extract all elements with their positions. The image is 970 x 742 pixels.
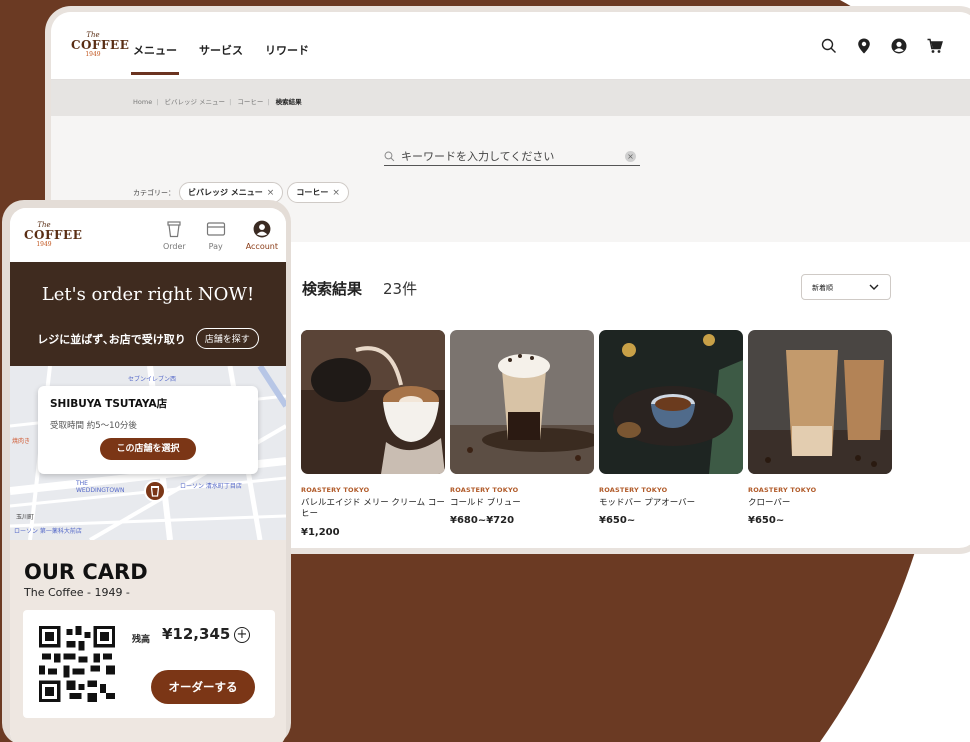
- card-icon: [206, 222, 225, 236]
- search-box: ×: [384, 148, 640, 166]
- product-name[interactable]: クローバー: [748, 498, 892, 509]
- location-pin-icon[interactable]: [857, 38, 871, 54]
- chevron-down-icon: [869, 284, 879, 290]
- card-subtitle: The Coffee - 1949 -: [24, 586, 130, 599]
- map-label: セブンイレブン西: [128, 376, 177, 383]
- product-image-cold-brew[interactable]: [450, 330, 594, 474]
- breadcrumb-sep: |: [267, 98, 270, 106]
- breadcrumb-sep: |: [229, 98, 232, 106]
- tab-order[interactable]: Order: [163, 220, 186, 251]
- balance-value: ¥12,345: [162, 625, 231, 643]
- sort-select[interactable]: 新着順: [801, 274, 891, 300]
- store-pin-icon[interactable]: [144, 480, 166, 502]
- site-logo[interactable]: The COFFEE 1949: [71, 32, 130, 58]
- breadcrumb-coffee[interactable]: コーヒー: [237, 98, 263, 106]
- mobile-screen: The COFFEE 1949 Order Pay Account Let's …: [10, 208, 286, 742]
- nav-menu[interactable]: メニュー: [131, 42, 179, 75]
- product-card[interactable]: ROASTERY TOKYO バレルエイジド メリー クリーム コーヒー ¥1,…: [301, 330, 445, 538]
- order-button[interactable]: オーダーする: [151, 670, 255, 704]
- find-store-button[interactable]: 店舗を探す: [195, 328, 259, 349]
- header-icons: [821, 38, 943, 54]
- map-label: 焼肉き: [12, 438, 31, 445]
- store-popup: SHIBUYA TSUTAYA店 受取時間 約5〜10分後 この店舗を選択: [38, 386, 258, 474]
- tab-account[interactable]: Account: [246, 220, 278, 251]
- pickup-time: 受取時間 約5〜10分後: [50, 421, 137, 431]
- cart-icon[interactable]: [927, 38, 943, 54]
- chip-label: コーヒー: [296, 188, 329, 197]
- product-price: ¥650~: [748, 515, 785, 527]
- filter-chip-coffee[interactable]: コーヒー ×: [287, 182, 349, 203]
- product-card[interactable]: ROASTERY TOKYO コールド ブリュー ¥680~¥720: [450, 330, 594, 538]
- product-price: ¥1,200: [301, 526, 340, 538]
- close-icon[interactable]: ×: [332, 188, 340, 198]
- product-name[interactable]: モッドバー プアオーバー: [599, 498, 743, 509]
- close-icon[interactable]: ×: [267, 188, 275, 198]
- tab-label: Order: [162, 242, 186, 251]
- product-price: ¥650~: [599, 515, 636, 527]
- breadcrumb-current: 検索結果: [275, 98, 302, 106]
- nav-service[interactable]: サービス: [199, 42, 243, 58]
- breadcrumb-beverage[interactable]: ビバレッジ メニュー: [164, 98, 225, 106]
- account-icon[interactable]: [891, 38, 907, 54]
- add-balance-icon[interactable]: +: [234, 627, 250, 643]
- product-brand: ROASTERY TOKYO: [599, 486, 668, 494]
- tab-label: Account: [245, 242, 278, 251]
- product-grid: ROASTERY TOKYO バレルエイジド メリー クリーム コーヒー ¥1,…: [301, 330, 892, 538]
- product-brand: ROASTERY TOKYO: [450, 486, 519, 494]
- sort-label: 新着順: [812, 284, 833, 292]
- search-icon: [384, 151, 395, 162]
- mobile-tabs: Order Pay Account: [163, 220, 278, 251]
- logo-year: 1949: [36, 241, 52, 248]
- qr-code-icon[interactable]: [39, 626, 115, 702]
- product-brand: ROASTERY TOKYO: [748, 486, 817, 494]
- our-card-section: OUR CARD The Coffee - 1949 - 残高 ¥12,345 …: [10, 540, 286, 742]
- logo-year: 1949: [85, 51, 101, 58]
- chip-label: ビバレッジ メニュー: [188, 188, 263, 197]
- store-map[interactable]: セブンイレブン西 焼肉き THE WEDDINGTOWN ローソン 清水町丁目店…: [10, 366, 286, 540]
- nav-reward[interactable]: リワード: [265, 42, 309, 58]
- product-card[interactable]: ROASTERY TOKYO クローバー ¥650~: [748, 330, 892, 538]
- site-header: The COFFEE 1949 メニュー サービス リワード: [51, 12, 970, 80]
- store-name: SHIBUYA TSUTAYA店: [50, 398, 168, 410]
- logo-coffee: COFFEE: [24, 228, 83, 242]
- card-panel: 残高 ¥12,345 + オーダーする: [23, 610, 275, 718]
- account-icon: [253, 220, 271, 238]
- map-label: THE WEDDINGTOWN: [76, 480, 125, 495]
- product-card[interactable]: ROASTERY TOKYO モッドバー プアオーバー ¥650~: [599, 330, 743, 538]
- mobile-logo[interactable]: The COFFEE 1949: [24, 222, 83, 248]
- search-input[interactable]: [401, 150, 611, 163]
- product-name[interactable]: バレルエイジド メリー クリーム コーヒー: [301, 498, 445, 521]
- hero-subtitle: レジに並ばず､お店で受け取り: [37, 332, 186, 346]
- card-title: OUR CARD: [24, 560, 148, 584]
- breadcrumb: Home | ビバレッジ メニュー | コーヒー | 検索結果: [51, 80, 970, 116]
- balance-label: 残高: [132, 635, 151, 645]
- map-label: ローソン 第一薬科大前店: [14, 528, 82, 535]
- map-label: 玉川町: [16, 514, 35, 521]
- map-label: ローソン 清水町丁目店: [180, 483, 242, 490]
- product-price: ¥680~¥720: [450, 515, 515, 527]
- product-image-latte-art[interactable]: [301, 330, 445, 474]
- cup-icon: [167, 221, 181, 238]
- product-image-clover[interactable]: [748, 330, 892, 474]
- select-store-button[interactable]: この店舗を選択: [100, 438, 196, 460]
- product-name[interactable]: コールド ブリュー: [450, 498, 594, 509]
- mobile-device: The COFFEE 1949 Order Pay Account Let's …: [2, 200, 291, 742]
- clear-search-icon[interactable]: ×: [625, 151, 636, 162]
- search-icon[interactable]: [821, 38, 837, 54]
- tab-label: Pay: [208, 242, 223, 251]
- product-brand: ROASTERY TOKYO: [301, 486, 370, 494]
- hero-subline: レジに並ばず､お店で受け取り 店舗を探す: [10, 328, 286, 349]
- hero-banner: Let's order right NOW! レジに並ばず､お店で受け取り 店舗…: [10, 262, 286, 366]
- breadcrumb-home[interactable]: Home: [133, 98, 152, 106]
- hero-title: Let's order right NOW!: [41, 284, 255, 305]
- category-label: カテゴリー：: [133, 188, 175, 197]
- breadcrumb-sep: |: [156, 98, 159, 106]
- product-image-pour-over[interactable]: [599, 330, 743, 474]
- main-nav: メニュー サービス リワード: [131, 42, 309, 75]
- results-title: 検索結果: [302, 280, 363, 298]
- mobile-header: The COFFEE 1949 Order Pay Account: [10, 208, 286, 262]
- logo-coffee: COFFEE: [71, 38, 130, 52]
- tab-pay[interactable]: Pay: [206, 220, 226, 251]
- results-count: 23件: [383, 280, 418, 298]
